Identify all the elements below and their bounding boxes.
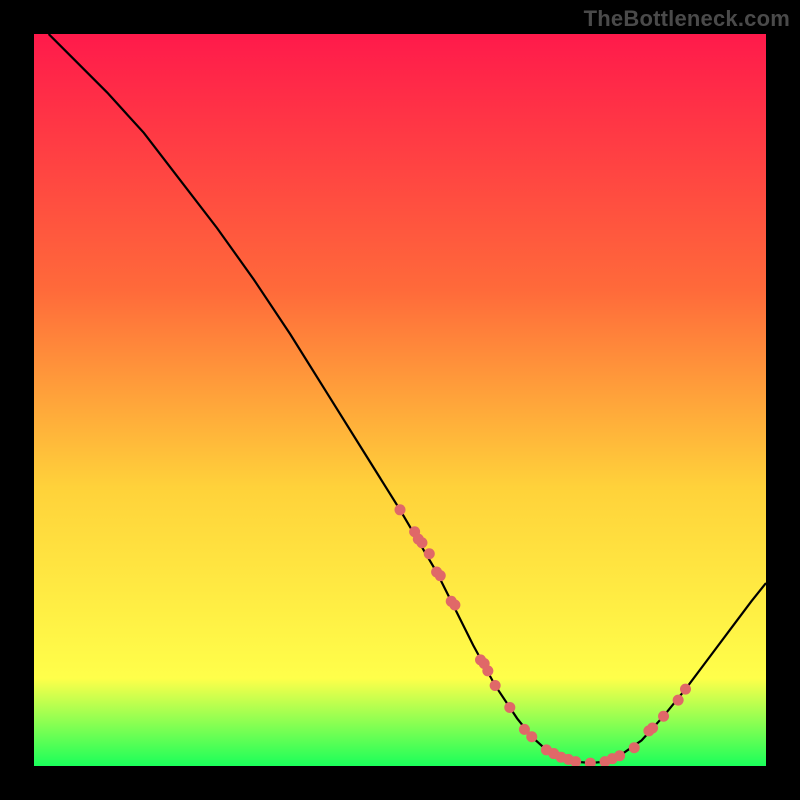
scatter-dot [673,695,684,706]
scatter-dot [416,537,427,548]
scatter-dot [680,684,691,695]
gradient-background [34,34,766,766]
scatter-dot [658,711,669,722]
scatter-dot [435,570,446,581]
scatter-dot [629,742,640,753]
scatter-dot [526,731,537,742]
scatter-dot [647,722,658,733]
scatter-dot [395,504,406,515]
scatter-dot [424,548,435,559]
scatter-dot [482,665,493,676]
scatter-dot [504,702,515,713]
watermark-text: TheBottleneck.com [584,6,790,32]
plot-area [34,34,766,766]
chart-svg [34,34,766,766]
scatter-dot [490,680,501,691]
scatter-dot [614,750,625,761]
chart-frame: TheBottleneck.com [0,0,800,800]
scatter-dot [449,599,460,610]
